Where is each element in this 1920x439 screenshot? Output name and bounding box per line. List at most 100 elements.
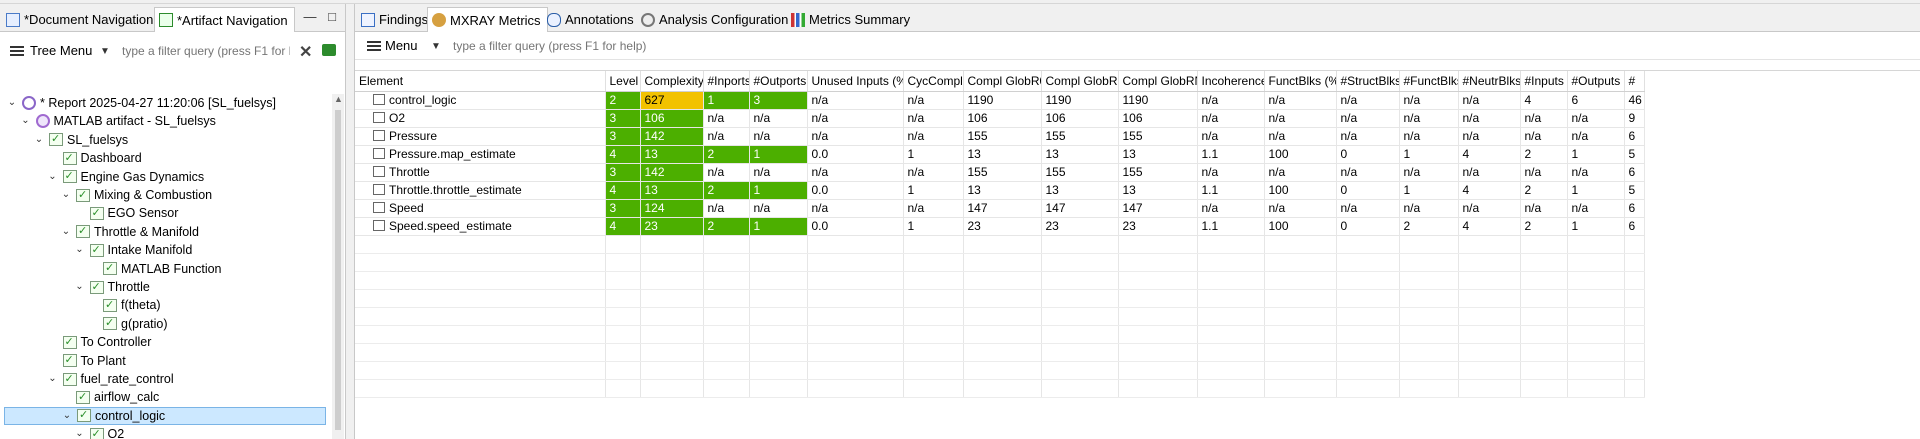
tab-analysis-configuration[interactable]: Analysis Configuration bbox=[637, 7, 794, 32]
empty-cell bbox=[1458, 343, 1521, 362]
metric-cell: 155 bbox=[963, 127, 1042, 146]
column-header[interactable]: # bbox=[1624, 71, 1645, 92]
column-header[interactable]: #Outports bbox=[749, 71, 808, 92]
column-header[interactable]: CycCompl bbox=[903, 71, 964, 92]
table-row[interactable]: Pressure 3 142 n/a n/a n/a n/a 155 155 155 n/a n/a n… bbox=[355, 127, 1645, 146]
column-header[interactable]: Incoherence bbox=[1197, 71, 1265, 92]
expand-chevron-icon[interactable]: ⌄ bbox=[74, 241, 86, 259]
tree-item[interactable]: ⌄ Engine Gas Dynamics bbox=[47, 167, 204, 186]
column-header[interactable]: Unused Inputs (%) bbox=[807, 71, 904, 92]
empty-cell bbox=[605, 325, 641, 344]
tree-item[interactable]: ⌄ SL_fuelsys bbox=[33, 130, 128, 149]
expand-chevron-icon[interactable]: ⌄ bbox=[60, 186, 72, 204]
expand-chevron-icon[interactable]: ⌄ bbox=[60, 223, 72, 241]
metric-cell: n/a bbox=[1520, 127, 1568, 146]
clear-filter-icon[interactable]: ✕ bbox=[299, 42, 312, 62]
tree-item[interactable]: ⌄ MATLAB artifact - SL_fuelsys bbox=[20, 112, 216, 130]
tab-annotations[interactable]: Annotations bbox=[543, 7, 640, 32]
empty-cell bbox=[749, 379, 808, 398]
empty-cell bbox=[605, 289, 641, 308]
column-header[interactable]: FunctBlks (%) bbox=[1264, 71, 1337, 92]
tab-document-navigation[interactable]: *Document Navigation bbox=[2, 7, 159, 32]
menu-chevron-down-icon[interactable]: ▼ bbox=[431, 41, 441, 52]
tree-menu-button[interactable]: Tree Menu bbox=[30, 43, 92, 58]
expand-chevron-icon[interactable]: ⌄ bbox=[61, 407, 73, 425]
empty-cell bbox=[807, 343, 904, 362]
tree-item[interactable]: ⌄ Throttle & Manifold bbox=[60, 222, 199, 241]
metric-cell: 13 bbox=[963, 181, 1042, 200]
minimize-icon[interactable]: — bbox=[302, 9, 318, 25]
expand-chevron-icon[interactable]: ⌄ bbox=[20, 112, 32, 130]
tree-item[interactable]: ⌄ control_logic bbox=[4, 406, 326, 425]
empty-cell bbox=[605, 379, 641, 398]
table-row[interactable]: Throttle 3 142 n/a n/a n/a n/a 155 155 155 n/a n/a n… bbox=[355, 163, 1645, 182]
tree-item[interactable]: EGO Sensor bbox=[74, 204, 178, 222]
tab-metrics-summary[interactable]: Metrics Summary bbox=[787, 7, 916, 32]
column-header[interactable]: #Outputs bbox=[1567, 71, 1625, 92]
column-header[interactable]: Compl GlobR0 bbox=[963, 71, 1042, 92]
column-header[interactable]: #StructBlks bbox=[1336, 71, 1400, 92]
tree-menu-chevron-down-icon[interactable]: ▼ bbox=[100, 46, 110, 57]
column-header[interactable]: #FunctBlks bbox=[1399, 71, 1459, 92]
column-header[interactable]: #Inports bbox=[703, 71, 750, 92]
metric-cell: n/a bbox=[749, 127, 808, 146]
table-row[interactable]: O2 3 106 n/a n/a n/a n/a 106 106 106 n/a n/a n/a n/a n… bbox=[355, 109, 1645, 128]
expand-chevron-icon[interactable]: ⌄ bbox=[33, 131, 45, 149]
tree-item[interactable]: ⌄ O2 bbox=[74, 425, 124, 439]
tab-artifact-navigation[interactable]: *Artifact Navigation bbox=[154, 7, 295, 32]
column-header[interactable]: Complexity bbox=[640, 71, 704, 92]
expand-chevron-icon[interactable]: ⌄ bbox=[74, 425, 86, 439]
tree-item[interactable]: g(pratio) bbox=[87, 314, 168, 333]
expand-chevron-icon[interactable]: ⌄ bbox=[6, 94, 18, 112]
maximize-icon[interactable]: □ bbox=[324, 9, 340, 25]
metric-cell: 5 bbox=[1624, 145, 1645, 164]
subsystem-icon bbox=[76, 222, 90, 240]
empty-cell bbox=[1264, 361, 1337, 380]
tree-item[interactable]: Dashboard bbox=[47, 149, 142, 167]
tab-findings[interactable]: Findings bbox=[357, 7, 434, 32]
tree-item[interactable]: To Controller bbox=[47, 333, 151, 351]
empty-cell bbox=[355, 253, 606, 272]
column-header[interactable]: #Inputs bbox=[1520, 71, 1568, 92]
table-row[interactable]: Speed 3 124 n/a n/a n/a n/a 147 147 147 n/a n/a n/a n… bbox=[355, 199, 1645, 218]
column-header[interactable]: Element bbox=[355, 71, 606, 92]
empty-cell bbox=[963, 307, 1042, 326]
tree-scrollbar-thumb[interactable] bbox=[335, 110, 341, 430]
empty-cell bbox=[1520, 307, 1568, 326]
empty-cell bbox=[1118, 325, 1198, 344]
column-header[interactable]: Compl GlobR1 bbox=[1041, 71, 1119, 92]
tree-scrollbar[interactable]: ▲ bbox=[332, 94, 344, 439]
menu-button[interactable]: Menu bbox=[385, 38, 418, 53]
tree-filter-input[interactable] bbox=[118, 40, 294, 62]
metric-cell: 2 bbox=[1520, 181, 1568, 200]
table-row[interactable]: Pressure.map_estimate 4 13 2 1 0.0 1 13 13 13 1.1 1… bbox=[355, 145, 1645, 164]
metric-cell: 1 bbox=[749, 145, 808, 164]
subsystem-icon bbox=[89, 425, 104, 439]
tree-item[interactable]: ⌄ Throttle bbox=[74, 278, 150, 296]
column-header[interactable]: #NeutrBlks bbox=[1458, 71, 1521, 92]
metrics-table-container: Element Level Complexity #Inports #Outports U… bbox=[355, 70, 1920, 439]
tree-item[interactable]: To Plant bbox=[47, 351, 126, 370]
tree-item[interactable]: ⌄ fuel_rate_control bbox=[47, 370, 173, 388]
tab-mxray-metrics[interactable]: MXRAY Metrics bbox=[427, 7, 548, 32]
tree-item[interactable]: ⌄ Mixing & Combustion bbox=[60, 186, 212, 204]
column-header[interactable]: Compl GlobRN bbox=[1118, 71, 1198, 92]
metrics-filter-input[interactable] bbox=[449, 35, 1889, 57]
tree-item[interactable]: airflow_calc bbox=[60, 388, 159, 406]
tree-item[interactable]: ⌄ * Report 2025-04-27 11:20:06 [SL_fuelsy… bbox=[6, 94, 276, 112]
scroll-up-icon[interactable]: ▲ bbox=[334, 94, 343, 104]
expand-chevron-icon[interactable]: ⌄ bbox=[47, 370, 59, 388]
tree-item[interactable]: ⌄ Intake Manifold bbox=[74, 241, 192, 259]
expand-chevron-icon[interactable]: ⌄ bbox=[47, 168, 59, 186]
link-with-editor-icon[interactable] bbox=[322, 44, 336, 56]
tree-item[interactable]: MATLAB Function bbox=[87, 259, 222, 278]
empty-cell bbox=[605, 361, 641, 380]
expand-chevron-icon[interactable]: ⌄ bbox=[74, 278, 86, 296]
table-row[interactable]: Throttle.throttle_estimate 4 13 2 1 0.0 1 13 13 1… bbox=[355, 181, 1645, 200]
hamburger-menu-icon[interactable] bbox=[367, 41, 381, 51]
column-header[interactable]: Level bbox=[605, 71, 641, 92]
hamburger-menu-icon[interactable] bbox=[10, 46, 24, 56]
table-row[interactable]: Speed.speed_estimate 4 23 2 1 0.0 1 23 23 23 1.1 10… bbox=[355, 217, 1645, 236]
table-row[interactable]: control_logic 2 627 1 3 n/a n/a 1190 1190 1190 n/a… bbox=[355, 91, 1645, 110]
tree-item[interactable]: f(theta) bbox=[87, 296, 161, 314]
